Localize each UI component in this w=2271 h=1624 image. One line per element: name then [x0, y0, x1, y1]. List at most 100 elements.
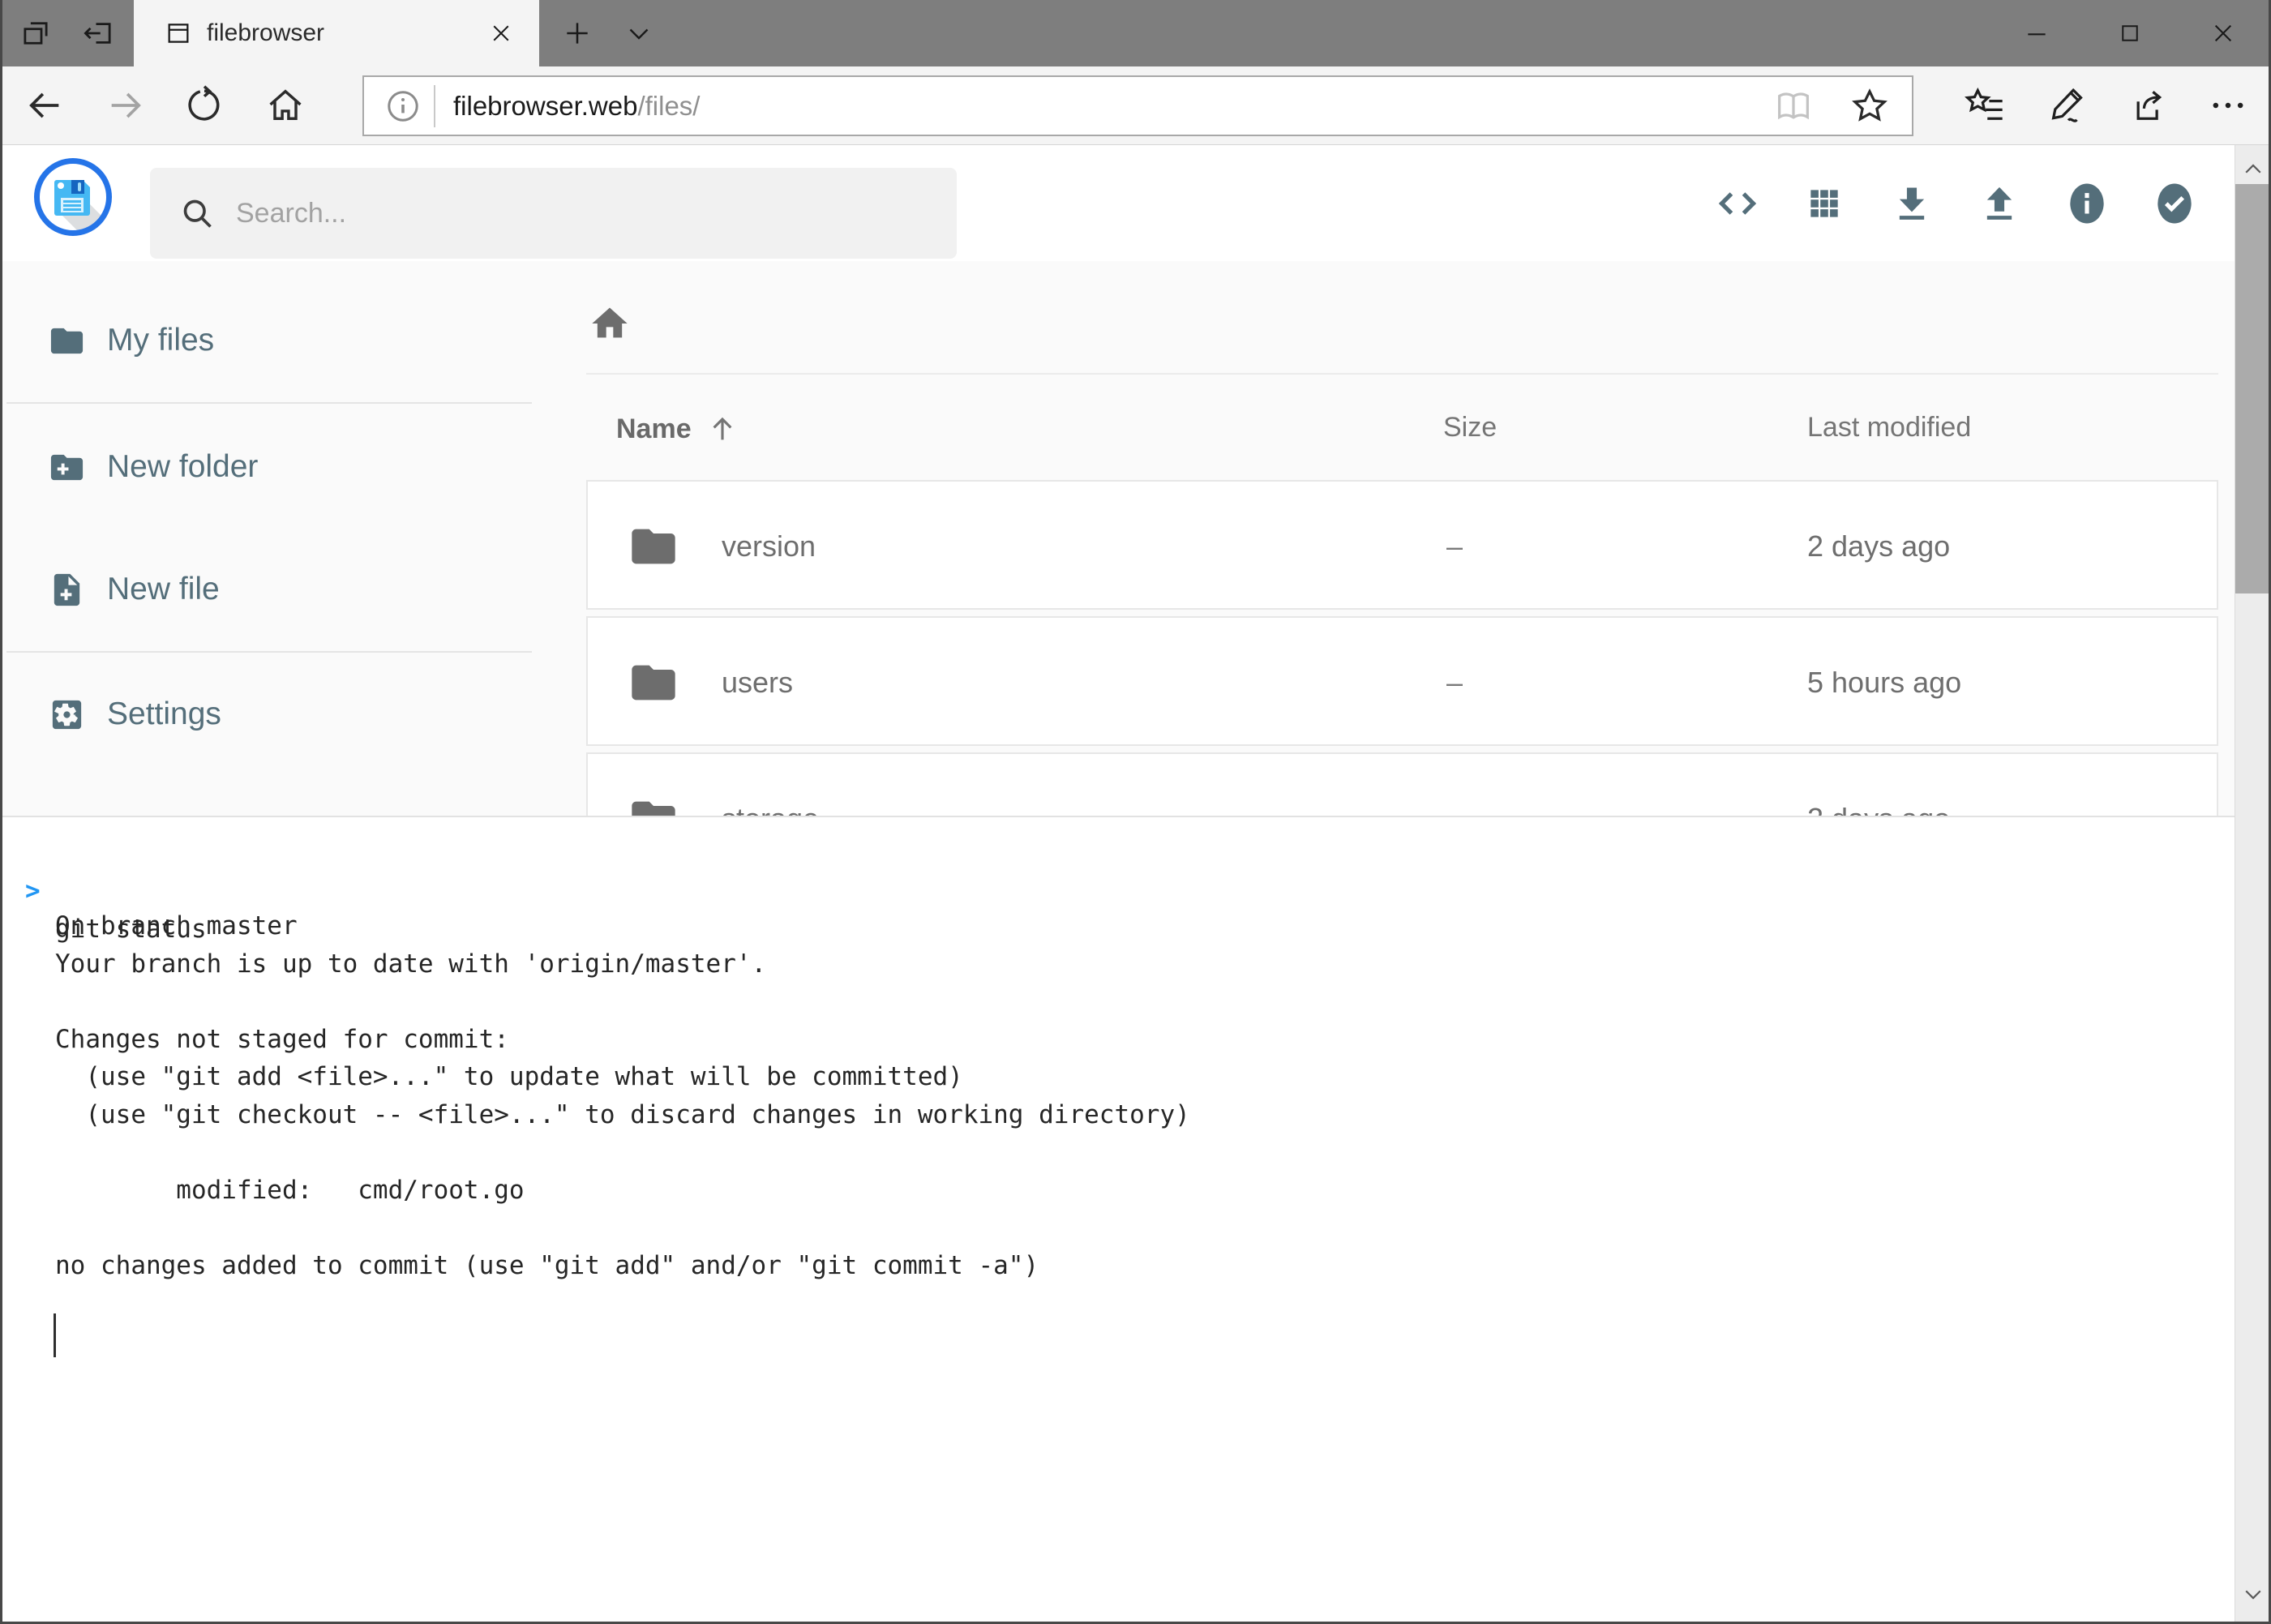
terminal-cursor	[54, 1313, 56, 1357]
page-scrollbar[interactable]	[2235, 145, 2269, 1622]
favorites-list-icon	[1964, 84, 2006, 126]
reading-view-icon	[1772, 85, 1815, 127]
file-size: –	[1446, 482, 1463, 611]
address-separator	[434, 85, 435, 127]
sidebar-item-settings[interactable]: Settings	[0, 675, 536, 753]
tab-preview-button[interactable]	[15, 0, 57, 66]
back-button[interactable]	[8, 66, 81, 144]
plus-icon	[562, 18, 593, 49]
favorites-hub-button[interactable]	[1948, 66, 2021, 144]
chevron-up-icon	[2241, 157, 2265, 182]
maximize-button[interactable]	[2088, 0, 2172, 66]
file-row-version[interactable]: version – 2 days ago	[586, 480, 2218, 610]
file-name: version	[722, 482, 816, 611]
sidebar-item-new-folder[interactable]: New folder	[0, 428, 536, 506]
column-header-modified[interactable]: Last modified	[1807, 412, 1971, 446]
search-bar[interactable]	[150, 168, 957, 259]
file-row-users[interactable]: users – 5 hours ago	[586, 616, 2218, 746]
listing-divider	[586, 373, 2218, 375]
scroll-down-button[interactable]	[2235, 1570, 2270, 1618]
column-header-size[interactable]: Size	[1443, 412, 1497, 446]
filebrowser-logo[interactable]	[33, 157, 113, 237]
shell-terminal[interactable]: > git status On branch master Your branc…	[0, 816, 2235, 1622]
set-tabs-aside-icon	[82, 16, 116, 50]
tab-preview-icon	[19, 16, 53, 50]
sort-ascending-icon	[706, 413, 739, 445]
folder-icon	[628, 521, 679, 572]
sidebar-item-label: New folder	[107, 449, 258, 485]
refresh-button[interactable]	[168, 66, 241, 144]
terminal-prompt-line: > git status	[0, 834, 91, 872]
file-modified: 2 days ago	[1807, 482, 1950, 611]
column-name-label: Name	[616, 413, 692, 445]
search-input[interactable]	[236, 198, 901, 229]
forward-button[interactable]	[89, 66, 162, 144]
grid-view-icon	[1804, 183, 1845, 224]
scrollbar-thumb[interactable]	[2235, 184, 2270, 593]
home-button[interactable]	[249, 66, 322, 144]
url-path: /files/	[637, 91, 700, 121]
file-size: –	[1446, 618, 1463, 748]
column-header-name[interactable]: Name	[616, 412, 739, 446]
home-icon	[264, 84, 306, 126]
browser-navbar: filebrowser.web/files/	[0, 66, 2271, 145]
select-check-icon	[2153, 181, 2196, 226]
info-button[interactable]	[2066, 182, 2108, 225]
minimize-button[interactable]	[1995, 0, 2079, 66]
shell-toggle-button[interactable]	[1716, 182, 1759, 225]
sidebar-divider	[6, 402, 532, 404]
settings-more-button[interactable]	[2192, 66, 2265, 144]
app-header	[0, 145, 2271, 261]
share-icon	[2126, 84, 2168, 126]
sidebar-item-label: New file	[107, 572, 220, 607]
close-window-button[interactable]	[2181, 0, 2265, 66]
site-info-button[interactable]	[383, 87, 422, 126]
settings-icon	[48, 696, 86, 734]
share-button[interactable]	[2110, 66, 2183, 144]
download-icon	[1891, 182, 1933, 225]
refresh-icon	[184, 85, 225, 126]
folder-icon	[628, 657, 679, 709]
back-icon	[24, 84, 66, 126]
upload-icon	[1978, 182, 2020, 225]
shell-code-icon	[1716, 182, 1759, 225]
forward-icon	[105, 84, 147, 126]
tab-filebrowser[interactable]: filebrowser	[134, 0, 539, 66]
close-tab-icon[interactable]	[489, 21, 513, 45]
chevron-down-icon	[624, 19, 653, 48]
breadcrumb-home-button[interactable]	[589, 302, 631, 345]
set-tabs-aside-button[interactable]	[78, 0, 120, 66]
tab-list-button[interactable]	[618, 0, 660, 66]
file-modified: 5 hours ago	[1807, 618, 1961, 748]
select-multiple-button[interactable]	[2153, 182, 2196, 225]
grid-view-button[interactable]	[1803, 182, 1845, 225]
sidebar-item-label: Settings	[107, 696, 221, 732]
file-name: users	[722, 618, 793, 748]
info-icon	[2066, 181, 2108, 226]
new-tab-button[interactable]	[556, 0, 598, 66]
upload-button[interactable]	[1978, 182, 2020, 225]
terminal-output: On branch master Your branch is up to da…	[55, 907, 1190, 1284]
search-icon	[179, 195, 215, 231]
ellipsis-icon	[2207, 84, 2249, 126]
url-text: filebrowser.web/files/	[453, 91, 700, 122]
folder-icon	[48, 322, 86, 360]
prompt-chevron: >	[25, 872, 41, 911]
web-note-button[interactable]	[2031, 66, 2104, 144]
address-bar[interactable]: filebrowser.web/files/	[362, 75, 1913, 136]
create-new-folder-icon	[48, 448, 86, 486]
sidebar-item-label: My files	[107, 323, 214, 358]
chevron-down-icon	[2241, 1582, 2265, 1606]
page-icon	[165, 19, 192, 47]
minimize-icon	[2024, 20, 2050, 46]
add-favorite-star-button[interactable]	[1849, 85, 1891, 127]
new-file-icon	[48, 571, 86, 609]
pen-icon	[2046, 84, 2089, 126]
close-icon	[2210, 20, 2236, 46]
sidebar-item-my-files[interactable]: My files	[0, 302, 536, 379]
browser-window: filebrowser	[0, 0, 2271, 1624]
url-host: filebrowser.web	[453, 91, 637, 121]
sidebar-item-new-file[interactable]: New file	[0, 551, 536, 628]
download-button[interactable]	[1891, 182, 1933, 225]
maximize-icon	[2118, 21, 2142, 45]
